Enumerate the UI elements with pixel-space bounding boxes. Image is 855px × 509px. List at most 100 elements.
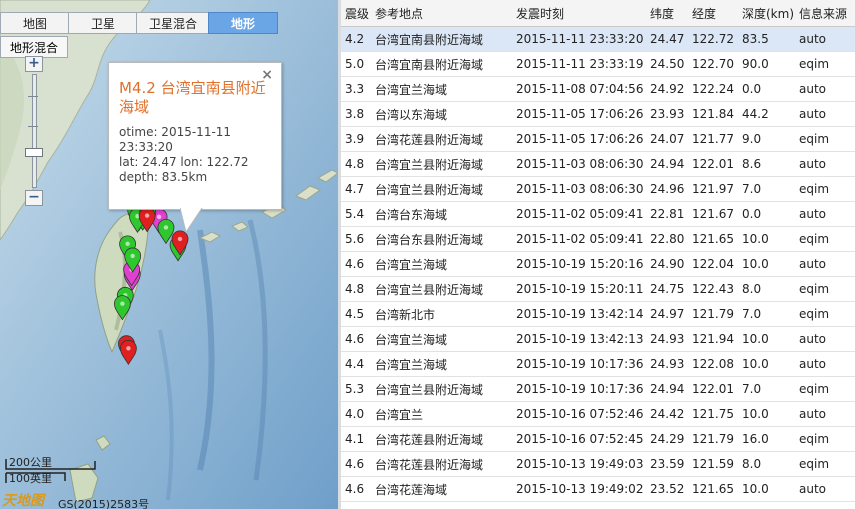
earthquake-table: 震级 参考地点 发震时刻 纬度 经度 深度(km) 信息来源 4.2 台湾宜南县附… <box>341 0 855 502</box>
cell-longitude: 122.04 <box>688 251 738 277</box>
cell-location: 台湾花莲县附近海域 <box>371 126 512 152</box>
zoom-tick <box>28 126 38 127</box>
cell-longitude: 122.08 <box>688 351 738 377</box>
cell-longitude: 122.72 <box>688 26 738 52</box>
tab-satellite[interactable]: 卫星 <box>68 12 138 34</box>
cell-source: auto <box>795 401 855 427</box>
cell-time: 2015-10-19 13:42:14 <box>512 301 646 327</box>
table-row[interactable]: 4.1 台湾花莲县附近海域 2015-10-16 07:52:45 24.29 121.… <box>341 426 855 452</box>
header-location[interactable]: 参考地点 <box>371 0 512 27</box>
cell-latitude: 24.47 <box>646 26 688 52</box>
table-row[interactable]: 5.4 台湾台东海域 2015-11-02 05:09:41 22.81 121.67 0… <box>341 201 855 227</box>
cell-longitude: 121.77 <box>688 126 738 152</box>
popup-latlon: lat: 24.47 lon: 122.72 <box>119 155 249 169</box>
scale-mi-label: 100英里 <box>9 472 52 485</box>
cell-source: auto <box>795 326 855 352</box>
zoom-in-button[interactable]: + <box>25 56 43 72</box>
cell-depth: 0.0 <box>738 76 795 102</box>
cell-depth: 7.0 <box>738 176 795 202</box>
cell-depth: 90.0 <box>738 51 795 77</box>
cell-latitude: 24.97 <box>646 301 688 327</box>
cell-depth: 83.5 <box>738 26 795 52</box>
zoom-track[interactable] <box>32 74 37 188</box>
header-latitude[interactable]: 纬度 <box>646 0 688 27</box>
table-row[interactable]: 4.4 台湾宜兰海域 2015-10-19 10:17:36 24.93 122.08 1… <box>341 351 855 377</box>
cell-depth: 44.2 <box>738 101 795 127</box>
cell-longitude: 121.65 <box>688 476 738 502</box>
cell-latitude: 24.07 <box>646 126 688 152</box>
table-row[interactable]: 5.6 台湾台东县附近海域 2015-11-02 05:09:41 22.80 121.… <box>341 226 855 252</box>
table-row[interactable]: 5.3 台湾宜兰县附近海域 2015-10-19 10:17:36 24.94 122.… <box>341 376 855 402</box>
cell-magnitude: 4.0 <box>341 401 371 427</box>
table-header-row: 震级 参考地点 发震时刻 纬度 经度 深度(km) 信息来源 <box>341 0 855 27</box>
cell-longitude: 121.84 <box>688 101 738 127</box>
header-source[interactable]: 信息来源 <box>795 0 855 27</box>
cell-latitude: 24.96 <box>646 176 688 202</box>
table-row[interactable]: 3.9 台湾花莲县附近海域 2015-11-05 17:06:26 24.07 121.… <box>341 126 855 152</box>
cell-location: 台湾宜兰海域 <box>371 76 512 102</box>
cell-source: eqim <box>795 451 855 477</box>
cell-magnitude: 4.5 <box>341 301 371 327</box>
table-row[interactable]: 4.6 台湾花莲海域 2015-10-13 19:49:02 23.52 121.65 1… <box>341 476 855 502</box>
cell-latitude: 24.75 <box>646 276 688 302</box>
table-row[interactable]: 4.6 台湾花莲县附近海域 2015-10-13 19:49:03 23.59 121.… <box>341 451 855 477</box>
tab-satellite-hybrid[interactable]: 卫星混合 <box>136 12 210 34</box>
cell-time: 2015-10-13 19:49:02 <box>512 476 646 502</box>
cell-location: 台湾以东海域 <box>371 101 512 127</box>
header-time[interactable]: 发震时刻 <box>512 0 646 27</box>
cell-depth: 8.0 <box>738 276 795 302</box>
cell-time: 2015-11-03 08:06:30 <box>512 176 646 202</box>
map-view[interactable]: 地图 卫星 卫星混合 地形 地形混合 + − × M4.2 台湾宜南县附近海域 … <box>0 0 338 509</box>
table-row[interactable]: 4.6 台湾宜兰海域 2015-10-19 13:42:13 24.93 121.94 1… <box>341 326 855 352</box>
table-row[interactable]: 4.7 台湾宜兰县附近海域 2015-11-03 08:06:30 24.96 121.… <box>341 176 855 202</box>
close-icon[interactable]: × <box>261 67 273 83</box>
cell-source: auto <box>795 76 855 102</box>
cell-magnitude: 4.6 <box>341 251 371 277</box>
header-longitude[interactable]: 经度 <box>688 0 738 27</box>
table-row[interactable]: 3.8 台湾以东海域 2015-11-05 17:06:26 23.93 121.84 4… <box>341 101 855 127</box>
table-row[interactable]: 4.8 台湾宜兰县附近海域 2015-10-19 15:20:11 24.75 122.… <box>341 276 855 302</box>
cell-time: 2015-10-19 13:42:13 <box>512 326 646 352</box>
map-copyright: GS(2015)2583号 <box>58 498 150 509</box>
table-row[interactable]: 4.6 台湾宜兰海域 2015-10-19 15:20:16 24.90 122.04 1… <box>341 251 855 277</box>
cell-longitude: 121.65 <box>688 226 738 252</box>
cell-latitude: 22.80 <box>646 226 688 252</box>
cell-magnitude: 4.6 <box>341 451 371 477</box>
cell-source: eqim <box>795 426 855 452</box>
cell-depth: 10.0 <box>738 476 795 502</box>
cell-location: 台湾新北市 <box>371 301 512 327</box>
scale-km-label: 200公里 <box>9 456 52 469</box>
table-row[interactable]: 4.0 台湾宜兰 2015-10-16 07:52:46 24.42 121.75 10.… <box>341 401 855 427</box>
earthquake-info-popup: × M4.2 台湾宜南县附近海域 otime: 2015-11-11 23:33… <box>108 62 282 210</box>
zoom-slider-knob[interactable] <box>25 148 43 157</box>
cell-depth: 7.0 <box>738 301 795 327</box>
table-row[interactable]: 4.2 台湾宜南县附近海域 2015-11-11 23:33:20 24.47 122.… <box>341 26 855 52</box>
cell-longitude: 121.94 <box>688 326 738 352</box>
cell-time: 2015-11-11 23:33:20 <box>512 26 646 52</box>
cell-source: eqim <box>795 226 855 252</box>
header-magnitude[interactable]: 震级 <box>341 0 371 27</box>
cell-longitude: 121.67 <box>688 201 738 227</box>
cell-location: 台湾宜兰县附近海域 <box>371 151 512 177</box>
cell-time: 2015-10-19 15:20:16 <box>512 251 646 277</box>
table-row[interactable]: 4.8 台湾宜兰县附近海域 2015-11-03 08:06:30 24.94 122.… <box>341 151 855 177</box>
cell-location: 台湾台东县附近海域 <box>371 226 512 252</box>
table-row[interactable]: 3.3 台湾宜兰海域 2015-11-08 07:04:56 24.92 122.24 0… <box>341 76 855 102</box>
cell-magnitude: 5.6 <box>341 226 371 252</box>
tab-terrain[interactable]: 地形 <box>208 12 278 34</box>
cell-depth: 0.0 <box>738 201 795 227</box>
table-row[interactable]: 4.5 台湾新北市 2015-10-19 13:42:14 24.97 121.79 7.… <box>341 301 855 327</box>
cell-time: 2015-10-16 07:52:45 <box>512 426 646 452</box>
tab-map[interactable]: 地图 <box>0 12 70 34</box>
header-depth[interactable]: 深度(km) <box>738 0 795 27</box>
cell-source: auto <box>795 201 855 227</box>
cell-depth: 10.0 <box>738 401 795 427</box>
table-row[interactable]: 5.0 台湾宜南县附近海域 2015-11-11 23:33:19 24.50 122.… <box>341 51 855 77</box>
cell-location: 台湾宜兰县附近海域 <box>371 176 512 202</box>
cell-location: 台湾宜兰海域 <box>371 351 512 377</box>
zoom-out-button[interactable]: − <box>25 190 43 206</box>
cell-magnitude: 5.4 <box>341 201 371 227</box>
cell-location: 台湾花莲县附近海域 <box>371 451 512 477</box>
cell-source: eqim <box>795 51 855 77</box>
cell-longitude: 122.43 <box>688 276 738 302</box>
